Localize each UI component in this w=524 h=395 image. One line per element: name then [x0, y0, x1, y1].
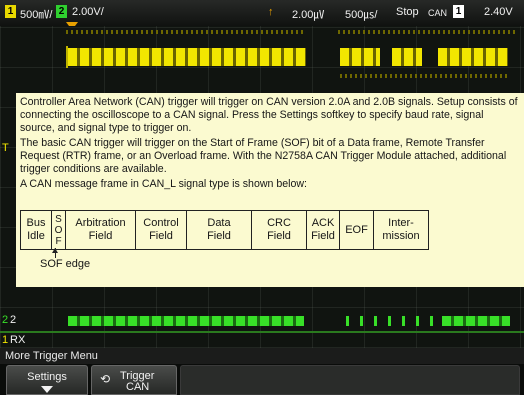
- channel-2-scale[interactable]: 2.00V/: [72, 6, 104, 18]
- settings-label: Settings: [27, 371, 67, 383]
- settings-softkey[interactable]: Settings: [6, 365, 88, 395]
- oscilloscope-screen: 1 500㎷/ 2 2.00V/ ↑ 2.00㎶ 500㎲/ Stop CAN …: [0, 0, 524, 395]
- ch1-burst: [392, 48, 422, 66]
- ch1-burst: [340, 48, 380, 66]
- trigger-type: CAN: [428, 8, 448, 18]
- menu-title: More Trigger Menu: [0, 348, 524, 364]
- frame-field-crc: CRC Field: [252, 211, 307, 249]
- rotate-knob-icon: ⟲: [100, 372, 111, 386]
- run-state[interactable]: Stop: [396, 6, 419, 18]
- sof-edge-arrow-icon: [52, 248, 58, 258]
- can-trigger-help-dialog: Controller Area Network (CAN) trigger wi…: [16, 93, 524, 287]
- empty-softkey-area: [180, 365, 520, 395]
- frame-field-bus-idle: Bus Idle: [21, 211, 52, 249]
- rx-marker: 1: [2, 334, 9, 346]
- frame-field-intermission: Inter- mission: [382, 217, 420, 242]
- status-bar: 1 500㎷/ 2 2.00V/ ↑ 2.00㎶ 500㎲/ Stop CAN …: [0, 0, 524, 30]
- ch1-ground-marker[interactable]: T: [2, 142, 9, 154]
- ch1-upper-trace: [66, 30, 306, 34]
- ch2-burst: [346, 316, 436, 326]
- channel-2-badge[interactable]: 2: [56, 5, 67, 18]
- frame-field-sof: S O F: [52, 211, 66, 249]
- ch1-upper-trace: [338, 30, 518, 34]
- trigger-can-softkey[interactable]: ⟲ Trigger CAN: [91, 365, 177, 395]
- trigger-position-value[interactable]: 2.00㎶: [292, 6, 324, 22]
- help-paragraph-1: Controller Area Network (CAN) trigger wi…: [20, 96, 518, 134]
- ch2-ground-marker[interactable]: 2: [2, 314, 8, 326]
- ch1-lower-trace: [340, 74, 510, 78]
- trigger-position-icon: ↑: [268, 6, 274, 18]
- sof-edge-label: SOF edge: [40, 258, 91, 270]
- frame-field-arbitration: Arbitration Field: [66, 211, 136, 249]
- ch2-burst: [442, 316, 510, 326]
- help-paragraph-2: The basic CAN trigger will trigger on th…: [20, 137, 507, 175]
- channel-1-badge[interactable]: 1: [5, 5, 16, 18]
- frame-field-data: Data Field: [187, 211, 252, 249]
- can-frame-diagram: Bus Idle S O F Arbitration Field Control…: [20, 210, 429, 250]
- help-paragraph-3: A CAN message frame in CAN_L signal type…: [20, 178, 307, 190]
- ch1-burst: [68, 48, 306, 66]
- ch2-baseline: [0, 331, 524, 333]
- submenu-arrow-icon: [41, 386, 53, 393]
- ch2-label: 2: [10, 314, 17, 326]
- rx-label: RX: [10, 334, 26, 346]
- trigger-level-value[interactable]: 2.40V: [484, 6, 513, 18]
- ch1-burst: [438, 48, 508, 66]
- trigger-can-label: CAN: [126, 381, 150, 393]
- channel-1-scale[interactable]: 500㎷/: [20, 6, 52, 22]
- frame-field-ack: ACK Field: [307, 211, 340, 249]
- frame-field-control: Control Field: [136, 211, 187, 249]
- timebase-value[interactable]: 500㎲/: [345, 6, 377, 22]
- ch2-burst: [68, 316, 304, 326]
- trigger-source-badge: 1: [453, 5, 464, 18]
- frame-field-eof: EOF: [340, 211, 374, 249]
